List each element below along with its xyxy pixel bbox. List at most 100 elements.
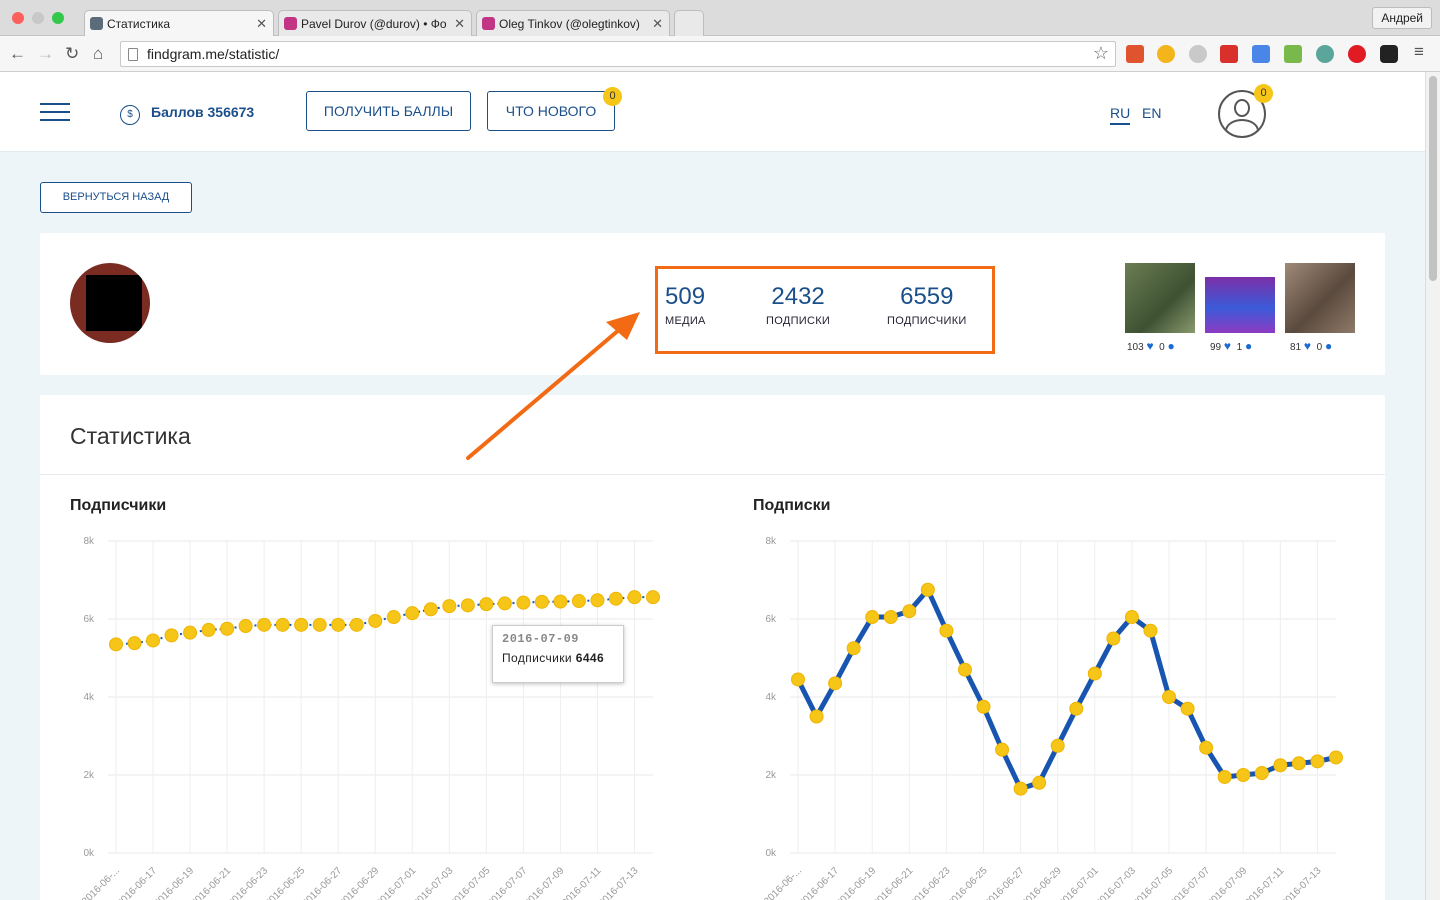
tab-tinkov[interactable]: Oleg Tinkov (@olegtinkov) ✕ — [476, 10, 670, 36]
y-tick-label: 2k — [83, 770, 95, 781]
comment-icon: ● — [1324, 339, 1333, 353]
data-point — [791, 672, 805, 687]
data-point — [479, 597, 494, 612]
reload-icon[interactable]: ↻ — [65, 44, 79, 64]
browser-profile-button[interactable]: Андрей — [1372, 7, 1432, 29]
post-thumbnail[interactable] — [1285, 263, 1355, 333]
data-point — [349, 617, 364, 632]
coin-icon: $ — [120, 105, 140, 125]
following-chart: 0k 2k 4k 6k 8k 2016-06-...2016-06-172016-06-1… — [762, 536, 1343, 900]
instagram-favicon-icon — [284, 17, 297, 30]
x-tick-label: 2016-06-27 — [983, 865, 1027, 900]
tab-title: Pavel Durov (@durov) • Фо — [301, 17, 447, 31]
stat-media: 509 МЕДИА — [665, 283, 706, 327]
home-icon[interactable]: ⌂ — [93, 44, 103, 64]
close-tab-icon[interactable]: ✕ — [454, 16, 465, 32]
x-tick-label: 2016-06-21 — [871, 865, 915, 900]
data-point — [1310, 754, 1325, 769]
data-point — [1050, 738, 1065, 753]
data-point — [183, 625, 198, 640]
y-tick-label: 0k — [83, 848, 95, 859]
tab-title: Oleg Tinkov (@olegtinkov) — [499, 17, 640, 31]
forward-arrow-icon[interactable]: → — [37, 44, 54, 64]
x-tick-label: 2016-07-01 — [374, 865, 418, 900]
close-tab-icon[interactable]: ✕ — [652, 16, 663, 32]
lang-en-link[interactable]: EN — [1142, 105, 1161, 121]
leaf-icon[interactable] — [1189, 45, 1207, 63]
data-point — [275, 617, 290, 632]
close-window-button[interactable] — [12, 12, 24, 24]
data-point — [1180, 701, 1195, 716]
data-point — [238, 619, 253, 634]
weather-icon[interactable] — [1157, 45, 1175, 63]
stat-followers-label: ПОДПИСЧИКИ — [887, 315, 967, 327]
hand-icon[interactable] — [1380, 45, 1398, 63]
get-points-button[interactable]: ПОЛУЧИТЬ БАЛЛЫ — [306, 91, 471, 131]
translate-icon[interactable] — [1252, 45, 1270, 63]
post-thumbnail[interactable] — [1205, 263, 1275, 333]
data-point — [976, 699, 991, 714]
x-tick-label: 2016-07-11 — [560, 865, 604, 900]
user-notification-badge: 0 — [1254, 84, 1273, 103]
post-thumbnail[interactable] — [1125, 263, 1195, 333]
data-point — [516, 595, 531, 610]
lang-ru-link[interactable]: RU — [1110, 105, 1131, 125]
x-tick-label: 2016-07-05 — [1131, 865, 1175, 900]
browser-tab-strip: Статистика ✕ Pavel Durov (@durov) • Фо ✕… — [0, 0, 1440, 36]
followers-chart: 0k 2k 4k 6k 8k 2016-06-...2016-06-172016-06-1… — [80, 536, 660, 900]
page-scrollbar[interactable] — [1425, 72, 1440, 900]
profile-stats-highlight: 509 МЕДИА 2432 ПОДПИСКИ 6559 ПОДПИСЧИКИ — [655, 266, 995, 354]
hamburger-menu-icon[interactable] — [40, 103, 70, 121]
x-tick-label: 2016-07-11 — [1243, 865, 1287, 900]
stat-media-value: 509 — [665, 283, 706, 310]
y-tick-label: 8k — [765, 536, 777, 547]
back-button[interactable]: ВЕРНУТЬСЯ НАЗАД — [40, 182, 192, 213]
data-point — [1236, 768, 1251, 782]
x-tick-label: 2016-07-03 — [411, 865, 455, 900]
findgram-favicon-icon — [90, 17, 103, 30]
post-meta: 103 ♥ 0 ● — [1127, 339, 1175, 353]
close-tab-icon[interactable]: ✕ — [256, 16, 267, 32]
tab-statistics[interactable]: Статистика ✕ — [84, 10, 274, 36]
data-point — [1199, 740, 1214, 755]
tooltip-label: Подписчики — [502, 651, 573, 665]
drop-icon[interactable] — [1316, 45, 1334, 63]
data-point — [957, 662, 972, 677]
x-tick-label: 2016-06-27 — [300, 865, 344, 900]
puzzle-icon[interactable] — [1126, 45, 1144, 63]
stat-following: 2432 ПОДПИСКИ — [766, 283, 830, 327]
comment-icon: ● — [1167, 339, 1175, 353]
back-arrow-icon[interactable]: ← — [9, 44, 26, 64]
stat-following-value: 2432 — [771, 283, 825, 310]
power-icon[interactable] — [1348, 45, 1366, 63]
divider — [40, 474, 1385, 475]
clock-icon[interactable] — [1220, 45, 1238, 63]
data-point — [1162, 690, 1177, 704]
tab-durov[interactable]: Pavel Durov (@durov) • Фо ✕ — [278, 10, 472, 36]
whats-new-button[interactable]: ЧТО НОВОГО — [487, 91, 615, 131]
book-icon[interactable] — [1284, 45, 1302, 63]
tooltip-value-row: Подписчики 6446 — [502, 651, 614, 665]
data-point — [386, 610, 401, 625]
data-point — [1087, 666, 1102, 681]
menu-icon[interactable]: ≡ — [1414, 42, 1424, 62]
maximize-window-button[interactable] — [52, 12, 64, 24]
browser-toolbar: ← → ↻ ⌂ findgram.me/statistic/ ☆ ≡ — [0, 36, 1440, 72]
stat-followers: 6559 ПОДПИСЧИКИ — [887, 283, 967, 327]
data-point — [627, 590, 642, 605]
chart-tooltip: 2016-07-09 Подписчики 6446 — [492, 625, 624, 683]
data-point — [646, 590, 660, 605]
data-point — [1329, 750, 1343, 765]
new-tab-button[interactable] — [674, 10, 704, 36]
data-point — [1069, 701, 1084, 716]
page-content: $ Баллов 356673 ПОЛУЧИТЬ БАЛЛЫ ЧТО НОВОГ… — [0, 72, 1425, 900]
scrollbar-thumb[interactable] — [1429, 76, 1437, 281]
data-point — [1106, 631, 1121, 646]
address-bar[interactable]: findgram.me/statistic/ ☆ — [120, 41, 1116, 67]
data-point — [164, 628, 179, 643]
y-tick-label: 2k — [765, 770, 777, 781]
data-point — [883, 610, 898, 625]
bookmark-star-icon[interactable]: ☆ — [1093, 43, 1109, 64]
data-point — [608, 591, 623, 606]
minimize-window-button[interactable] — [32, 12, 44, 24]
